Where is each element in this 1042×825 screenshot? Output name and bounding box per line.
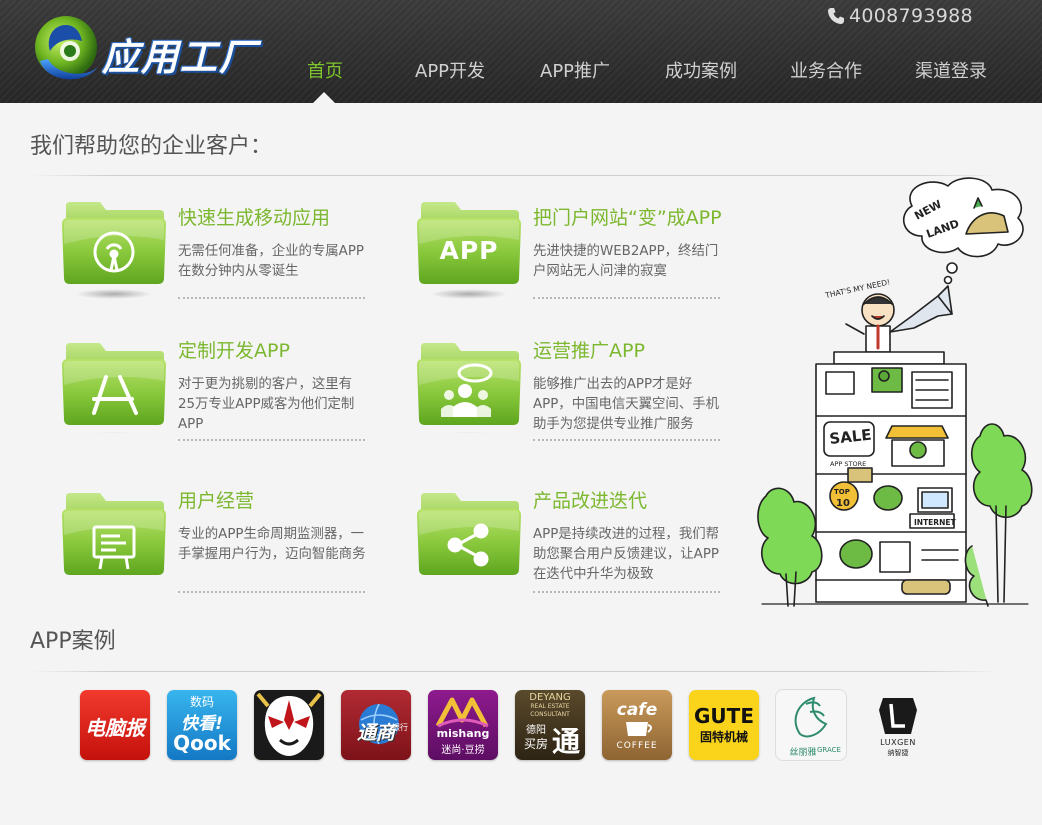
site-header: 应用工厂 4008793988 首页 APP开发 APP推广 成功案例 业务合作…: [0, 0, 1042, 103]
folder-app-store: [60, 333, 168, 433]
feature-title: 定制开发APP: [178, 340, 290, 362]
feature-desc: 专业的APP生命周期监测器，一手掌握用户行为，迈向智能商务: [178, 527, 366, 562]
nav-channel-login[interactable]: 渠道登录: [915, 57, 987, 83]
phone-contact: 4008793988: [826, 5, 973, 27]
feature-user-operation[interactable]: 用户经营 专业的APP生命周期监测器，一手掌握用户行为，迈向智能商务: [60, 483, 415, 595]
feature-title: 运营推广APP: [533, 340, 645, 362]
feature-custom-dev[interactable]: 定制开发APP 对于更为挑剔的客户，这里有25万专业APP威客为他们定制APP: [60, 333, 415, 445]
nav-business-cooperation[interactable]: 业务合作: [790, 57, 862, 83]
feature-title: 产品改进迭代: [533, 490, 648, 512]
feature-title: 把门户网站“变”成APP: [533, 207, 722, 229]
svg-text:INTERNET: INTERNET: [914, 518, 956, 527]
feature-title: 用户经营: [178, 490, 255, 512]
feature-dotted-rule: [533, 591, 720, 593]
feature-iteration[interactable]: 产品改进迭代 APP是持续改进的过程，我们帮助您聚合用户反馈建议，让APP在迭代…: [415, 483, 770, 595]
case-opera-mask[interactable]: [254, 690, 324, 760]
cases-divider: [30, 671, 1000, 672]
feature-web-to-app[interactable]: APP 把门户网站“变”成APP 先进快捷的WEB2APP，终结门户网站无人问津…: [415, 200, 770, 312]
opera-mask-icon: [254, 690, 324, 760]
feature-desc: 能够推广出去的APP才是好APP，中国电信天翼空间、手机助手为您提供专业推广服务: [533, 377, 719, 432]
feature-dotted-rule: [533, 297, 720, 299]
nav-active-pointer: [313, 92, 335, 103]
feature-desc: 先进快捷的WEB2APP，终结门户网站无人问津的寂寞: [533, 244, 719, 279]
case-grace[interactable]: 丝丽雅 GRACE: [776, 690, 846, 760]
logo-text: 应用工厂: [102, 36, 258, 79]
phone-number[interactable]: 4008793988: [849, 5, 973, 27]
nav-app-promotion[interactable]: APP推广: [540, 57, 610, 83]
feature-desc: 无需任何准备，企业的专属APP在数分钟内从零诞生: [178, 244, 364, 279]
case-deyang[interactable]: DEYANG REAL ESTATE CONSULTANT 德阳 买房 通: [515, 690, 585, 760]
feature-desc: 对于更为挑剔的客户，这里有25万专业APP威客为他们定制APP: [178, 377, 355, 432]
case-qook[interactable]: 数码 快看! Qook: [167, 690, 237, 760]
feature-dotted-rule: [533, 439, 720, 441]
folder-monitor: [60, 483, 168, 583]
feature-desc: APP是持续改进的过程，我们帮助您聚合用户反馈建议，让APP在迭代中升华为极致: [533, 527, 719, 582]
case-cafe[interactable]: cafe COFFEE: [602, 690, 672, 760]
folder-speaker: [415, 333, 523, 433]
folder-broadcast: [60, 200, 168, 300]
phone-icon: [828, 8, 844, 24]
feature-promotion[interactable]: 运营推广APP 能够推广出去的APP才是好APP，中国电信天翼空间、手机助手为您…: [415, 333, 770, 445]
nav-app-development[interactable]: APP开发: [415, 57, 485, 83]
folder-app: APP: [415, 200, 523, 300]
feature-dotted-rule: [178, 591, 365, 593]
app-text-icon: APP: [439, 236, 499, 265]
logo-emblem-icon: [35, 16, 98, 80]
feature-title: 快速生成移动应用: [178, 207, 331, 229]
site-logo[interactable]: 应用工厂: [32, 11, 264, 87]
feature-quick-generate[interactable]: 快速生成移动应用 无需任何准备，企业的专属APP在数分钟内从零诞生: [60, 200, 415, 312]
cartoon-illustration: NEW LAND THAT'S MY NEED! SALE APP STORE: [752, 176, 1034, 612]
svg-text:APP STORE: APP STORE: [830, 460, 866, 468]
services-heading: 我们帮助您的企业客户：: [30, 134, 273, 159]
feature-dotted-rule: [178, 439, 365, 441]
feature-dotted-rule: [178, 297, 365, 299]
folder-share: [415, 483, 523, 583]
cases-heading: APP案例: [30, 629, 116, 654]
nav-home[interactable]: 首页: [307, 57, 343, 83]
case-luxgen[interactable]: LUXGEN 纳智捷: [863, 690, 933, 760]
nav-success-cases[interactable]: 成功案例: [665, 57, 737, 83]
cartoon-building-icon: NEW LAND THAT'S MY NEED! SALE APP STORE: [757, 177, 1033, 607]
case-mishang[interactable]: mishang 迷尚·豆捞: [428, 690, 498, 760]
case-dnb[interactable]: 电脑报: [80, 690, 150, 760]
case-gute[interactable]: GUTE 固特机械: [689, 690, 759, 760]
case-tongshang[interactable]: 通商 银行: [341, 690, 411, 760]
svg-text:TOP: TOP: [834, 488, 850, 496]
svg-text:10: 10: [836, 498, 850, 509]
